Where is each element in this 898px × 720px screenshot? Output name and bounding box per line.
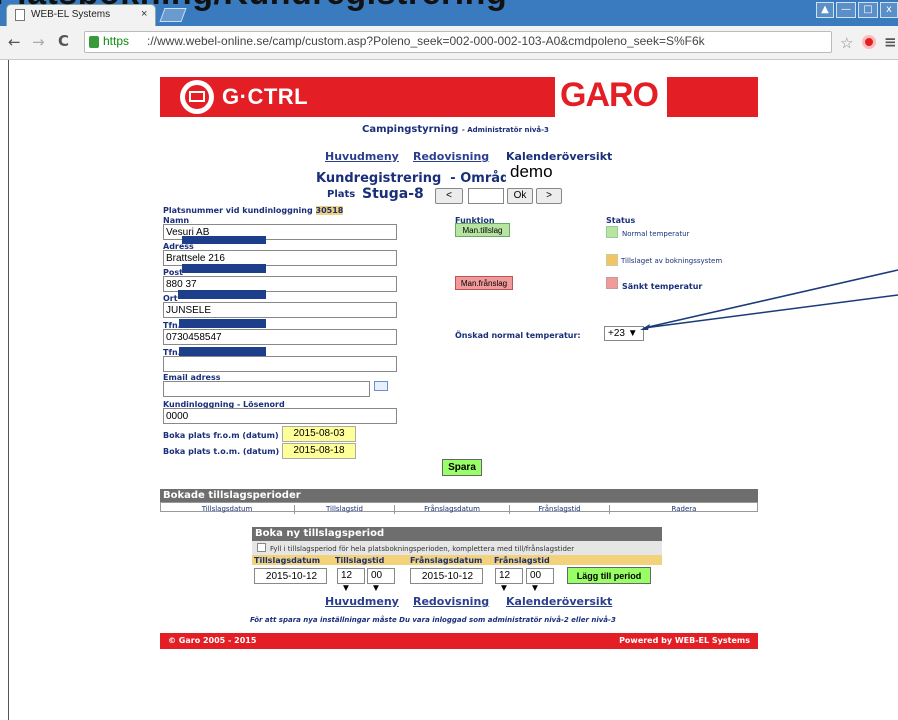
save-button[interactable]: Spara <box>442 459 482 476</box>
status-label: Status <box>606 216 636 225</box>
redaction-bar <box>182 236 266 244</box>
add-period-button[interactable]: Lägg till period <box>567 567 651 584</box>
on-minute-select[interactable]: 00 ▼ <box>367 568 395 594</box>
redaction-bar <box>178 290 266 299</box>
profile-button[interactable]: ▲ <box>816 2 834 18</box>
fill-period-checkbox[interactable] <box>257 543 266 552</box>
temperature-label: Önskad normal temperatur: <box>455 331 581 340</box>
col-radera: Radera <box>671 505 697 513</box>
prev-plats-button[interactable]: < <box>435 188 463 204</box>
booking-status-indicator <box>606 254 618 266</box>
gctrl-logo-text: G·CTRL <box>222 84 309 109</box>
admin-note: För att spara nya inställningar måste Du… <box>250 616 616 624</box>
on-date-field[interactable]: 2015-10-12 <box>254 568 327 584</box>
h-tillslagsdatum: Tillslagsdatum <box>254 556 321 565</box>
admin-level: - Administratör nivå-3 <box>461 126 549 134</box>
url-input[interactable]: https ://www.webel-online.se/camp/custom… <box>84 31 832 53</box>
close-window-button[interactable]: x <box>880 2 898 18</box>
h-franslagsdatum: Frånslagsdatum <box>410 556 483 565</box>
col-tillslagsdatum: Tillslagsdatum <box>160 505 295 514</box>
overlay-title: Platsbokning/Kundregistrering <box>0 0 507 13</box>
login-field[interactable]: 0000 <box>163 408 397 424</box>
bottom-redovisning-link[interactable]: Redovisning <box>413 595 489 608</box>
col-tillslagstid: Tillslagstid <box>295 505 395 514</box>
footer-bar: © Garo 2005 - 2015 Powered by WEB-EL Sys… <box>160 633 758 649</box>
fill-period-label: Fyll i tillslagsperiod för hela platsbok… <box>270 545 575 553</box>
manual-on-button[interactable]: Man.tillslag <box>455 223 510 237</box>
tfn1-field[interactable]: 0730458547 <box>163 329 397 345</box>
plats-label: Plats <box>327 189 356 200</box>
left-frame-border <box>0 60 9 720</box>
back-icon[interactable]: ← <box>8 33 21 51</box>
col-franslagsdatum: Frånslagsdatum <box>395 505 510 514</box>
off-hour-select[interactable]: 12 ▼ <box>495 568 523 594</box>
mail-icon[interactable] <box>374 381 388 391</box>
plats-search-input[interactable] <box>468 188 504 204</box>
copyright-text: © Garo 2005 - 2015 <box>168 636 257 645</box>
ort-field[interactable]: JUNSELE <box>163 302 397 318</box>
h-franslagstid: Frånslagstid <box>494 556 550 565</box>
from-date-field[interactable]: 2015-08-03 <box>282 426 356 442</box>
off-minute-select[interactable]: 00 ▼ <box>526 568 554 594</box>
off-date-field[interactable]: 2015-10-12 <box>410 568 483 584</box>
tom-date-field[interactable]: 2015-08-18 <box>282 443 356 459</box>
maximize-button[interactable]: □ <box>858 2 878 18</box>
powered-by-text: Powered by WEB-EL Systems <box>619 636 750 645</box>
redaction-bar <box>179 319 266 328</box>
manual-off-button[interactable]: Man.frånslag <box>455 276 513 290</box>
tom-date-label: Boka plats t.o.m. (datum) <box>163 447 280 456</box>
email-field[interactable] <box>163 381 370 397</box>
url-scheme: https <box>103 34 130 48</box>
tfn2-field[interactable] <box>163 356 397 372</box>
normal-status-indicator <box>606 226 618 238</box>
lowered-status-indicator <box>606 277 618 289</box>
h-tillslagstid: Tillslagstid <box>335 556 385 565</box>
col-franslagstid: Frånslagstid <box>510 505 610 514</box>
from-date-label: Boka plats fr.o.m (datum) <box>163 431 279 440</box>
area-value: demo <box>510 162 553 181</box>
menu-icon[interactable]: ≡ <box>884 33 897 51</box>
temperature-select[interactable]: +23 ▼ <box>604 326 644 341</box>
area-heading: Kundregistrering - Område <box>316 171 519 186</box>
platsnummer-label: Platsnummer vid kundinloggning 30518 <box>163 206 344 215</box>
star-icon[interactable]: ☆ <box>840 34 853 52</box>
url-text: ://www.webel-online.se/camp/custom.asp?P… <box>147 34 705 48</box>
new-period-header: Boka ny tillslagsperiod <box>252 527 662 541</box>
lock-icon <box>89 36 99 48</box>
header-banner: G·CTRL GARO <box>160 76 758 117</box>
garo-logo-text: GARO <box>560 76 659 114</box>
bottom-kalenderoversikt-link[interactable]: Kalenderöversikt <box>506 595 612 608</box>
gctrl-logo-icon <box>180 80 214 114</box>
forward-icon[interactable]: → <box>32 33 45 51</box>
platsnummer-value: 30518 <box>315 206 344 215</box>
redaction-bar <box>179 347 266 356</box>
normal-status-label: Normal temperatur <box>622 230 690 238</box>
page-title: Campingstyrning - Administratör nivå-3 <box>362 124 549 135</box>
booked-periods-header: Bokade tillslagsperioder <box>160 489 758 502</box>
reload-icon[interactable]: C <box>58 32 69 50</box>
booking-status-label: Tillslaget av bokningssystem <box>621 257 723 265</box>
bottom-huvudmeny-link[interactable]: Huvudmeny <box>325 595 399 608</box>
redaction-bar <box>182 264 266 273</box>
annotation-arrows <box>640 269 898 330</box>
plats-value: Stuga-8 <box>362 186 424 202</box>
extension-icon[interactable] <box>862 35 876 49</box>
huvudmeny-link[interactable]: Huvudmeny <box>325 150 399 163</box>
on-hour-select[interactable]: 12 ▼ <box>337 568 365 594</box>
next-plats-button[interactable]: > <box>536 188 562 204</box>
minimize-button[interactable]: — <box>836 2 856 18</box>
ok-button[interactable]: Ok <box>507 188 533 204</box>
redovisning-link[interactable]: Redovisning <box>413 150 489 163</box>
